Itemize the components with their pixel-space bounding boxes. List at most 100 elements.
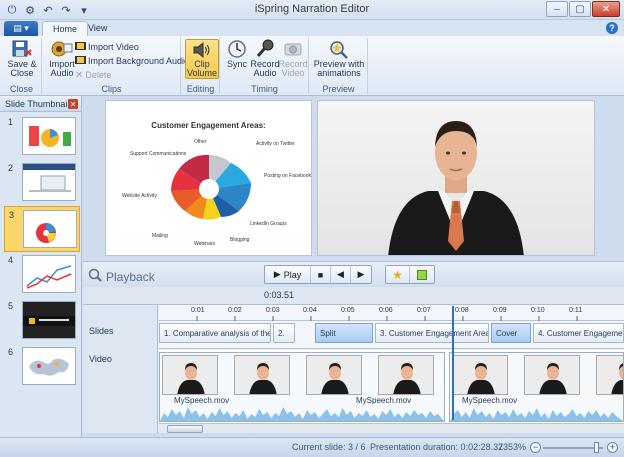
current-time-bar: 0:03.51 bbox=[83, 287, 624, 304]
audio-waveform bbox=[450, 408, 623, 421]
transition-split[interactable]: Split bbox=[315, 323, 373, 343]
preview-with-animations-label: Preview with animations bbox=[313, 59, 365, 78]
playback-bar: Playback ▶ Play ■ ◀ ▶ ★ bbox=[83, 261, 624, 287]
slide-thumbnail-3[interactable]: 3 bbox=[4, 206, 80, 252]
delete-label: Delete bbox=[85, 70, 112, 80]
group-label-editing: Editing bbox=[186, 84, 215, 94]
group-preview: Preview with animations Preview bbox=[310, 38, 368, 94]
sync-button[interactable]: Sync bbox=[223, 39, 251, 79]
group-label-clips: Clips bbox=[101, 84, 122, 94]
record-video-button[interactable]: Record Video bbox=[279, 39, 308, 79]
thumbnail-number: 4 bbox=[8, 255, 14, 265]
slide-segment-2[interactable]: 2. bbox=[273, 323, 295, 343]
tab-view[interactable]: View bbox=[78, 21, 117, 36]
group-label-close: Close bbox=[9, 84, 33, 94]
star-icon: ★ bbox=[392, 267, 403, 282]
play-button[interactable]: ▶ Play bbox=[265, 266, 311, 283]
slide-marker-icon bbox=[417, 269, 427, 280]
scrollbar-thumb[interactable] bbox=[167, 425, 203, 433]
track-label-video: Video bbox=[89, 354, 112, 364]
close-button[interactable]: ✕ bbox=[592, 1, 620, 17]
maximize-button[interactable]: ▢ bbox=[569, 1, 591, 17]
arrow-left-icon: ◀ bbox=[337, 269, 344, 279]
import-audio-button[interactable]: Import Audio bbox=[45, 39, 79, 79]
application-menu-button[interactable]: ▤ ▾ bbox=[4, 21, 38, 36]
presenter-image bbox=[388, 121, 524, 255]
wheel-label-support: Support Communications bbox=[130, 151, 187, 157]
import-video-icon bbox=[75, 41, 86, 53]
status-bar: Current slide: 3 / 6 Presentation durati… bbox=[0, 437, 624, 457]
preview-area: Customer Engagement Areas: Other Activit… bbox=[83, 96, 624, 260]
video-clip-1[interactable]: MySpeech.mov MySpeech.mov bbox=[159, 352, 445, 422]
group-timing: Sync Record Audio Record Video Timing bbox=[221, 38, 309, 94]
preview-with-animations-button[interactable]: Preview with animations bbox=[313, 39, 365, 79]
slide-marker-button[interactable] bbox=[410, 266, 434, 283]
ribbon-tabs: ▤ ▾ Home View ? bbox=[0, 20, 624, 36]
wheel-label-facebook: Posting on Facebook bbox=[264, 173, 311, 179]
record-audio-button[interactable]: Record Audio bbox=[251, 39, 280, 79]
track-labels: Slides Video bbox=[83, 305, 158, 433]
wheel-label-twitter: Activity on Twitter bbox=[256, 141, 295, 147]
slide-thumbnail-5[interactable]: 5 bbox=[4, 298, 80, 344]
transport-controls: ▶ Play ■ ◀ ▶ bbox=[264, 265, 372, 284]
slide-thumbnails-panel: Slide Thumbnails ✕ 1 2 3 4 5 6 bbox=[0, 96, 82, 437]
timeline-horizontal-scrollbar[interactable] bbox=[159, 423, 624, 433]
video-frame bbox=[596, 355, 623, 395]
play-label: Play bbox=[283, 269, 302, 280]
video-preview bbox=[317, 100, 595, 256]
previous-button[interactable]: ◀ bbox=[331, 266, 351, 283]
sync-label: Sync bbox=[226, 59, 247, 69]
title-bar: ⏻ ⚙ ↶ ↷ ▾ iSpring Narration Editor – ▢ ✕ bbox=[0, 0, 624, 20]
import-background-audio-label: Import Background Audio bbox=[88, 56, 190, 66]
slides-track: 1. Comparative analysis of the... 2. Spl… bbox=[159, 321, 624, 349]
add-marker-button[interactable]: ★ bbox=[386, 266, 410, 283]
stop-button[interactable]: ■ bbox=[311, 266, 331, 283]
magnifier-icon bbox=[88, 268, 102, 285]
save-close-button[interactable]: Save & Close bbox=[5, 39, 39, 79]
wheel-label-website: Website Activity bbox=[122, 193, 157, 199]
slide-segment-4[interactable]: 4. Customer Engagement... bbox=[533, 323, 624, 343]
import-audio-icon bbox=[51, 39, 73, 59]
slide-thumbnail-2[interactable]: 2 bbox=[4, 160, 80, 206]
audio-waveform bbox=[160, 407, 444, 421]
zoom-slider-thumb[interactable] bbox=[594, 442, 599, 453]
video-frame bbox=[452, 355, 508, 395]
presentation-duration-status: Presentation duration: 0:02:28.37 bbox=[370, 442, 504, 452]
delete-button[interactable]: ✕ Delete bbox=[75, 69, 111, 81]
camera-icon bbox=[282, 39, 304, 59]
zoom-level: 2353% bbox=[498, 442, 527, 452]
slide-thumbnail-4[interactable]: 4 bbox=[4, 252, 80, 298]
group-clips: Import Audio Import Video Import Backgro… bbox=[43, 38, 189, 94]
import-background-audio-icon bbox=[75, 55, 86, 67]
playback-title: Playback bbox=[88, 268, 155, 285]
help-icon[interactable]: ? bbox=[606, 22, 618, 34]
close-thumbnails-icon[interactable]: ✕ bbox=[68, 99, 78, 109]
thumbnail-number: 1 bbox=[8, 117, 14, 127]
current-time: 0:03.51 bbox=[264, 290, 295, 300]
arrow-right-icon: ▶ bbox=[357, 269, 365, 279]
slide-thumbnail-1[interactable]: 1 bbox=[4, 114, 80, 160]
time-ruler[interactable]: 0:01 0:02 0:03 0:04 0:05 0:06 0:07 0:08 … bbox=[159, 305, 624, 321]
import-background-audio-button[interactable]: Import Background Audio bbox=[75, 55, 189, 67]
slide-segment-1[interactable]: 1. Comparative analysis of the... bbox=[159, 323, 271, 343]
slide-preview: Customer Engagement Areas: Other Activit… bbox=[105, 100, 312, 256]
import-video-button[interactable]: Import Video bbox=[75, 41, 139, 53]
zoom-out-button[interactable]: − bbox=[530, 442, 541, 453]
wheel-label-linkedin: LinkedIn Groups bbox=[250, 221, 287, 227]
zoom-in-button[interactable]: + bbox=[607, 442, 618, 453]
minimize-button[interactable]: – bbox=[546, 1, 568, 17]
slide-segment-3[interactable]: 3. Customer Engagement Areas: bbox=[375, 323, 489, 343]
marker-controls: ★ bbox=[385, 265, 435, 284]
video-frame bbox=[524, 355, 580, 395]
video-clip-2[interactable]: MySpeech.mov bbox=[449, 352, 624, 422]
slide-thumbnail-6[interactable]: 6 bbox=[4, 344, 80, 390]
transition-cover[interactable]: Cover bbox=[491, 323, 531, 343]
group-label-preview: Preview bbox=[322, 84, 355, 94]
next-button[interactable]: ▶ bbox=[351, 266, 371, 283]
video-frame bbox=[162, 355, 218, 395]
import-video-label: Import Video bbox=[88, 42, 139, 52]
group-close: Save & Close Close bbox=[2, 38, 42, 94]
playhead[interactable] bbox=[452, 306, 454, 420]
wheel-label-mailing: Mailing bbox=[152, 233, 168, 239]
clip-volume-button[interactable]: Clip Volume bbox=[185, 39, 219, 79]
